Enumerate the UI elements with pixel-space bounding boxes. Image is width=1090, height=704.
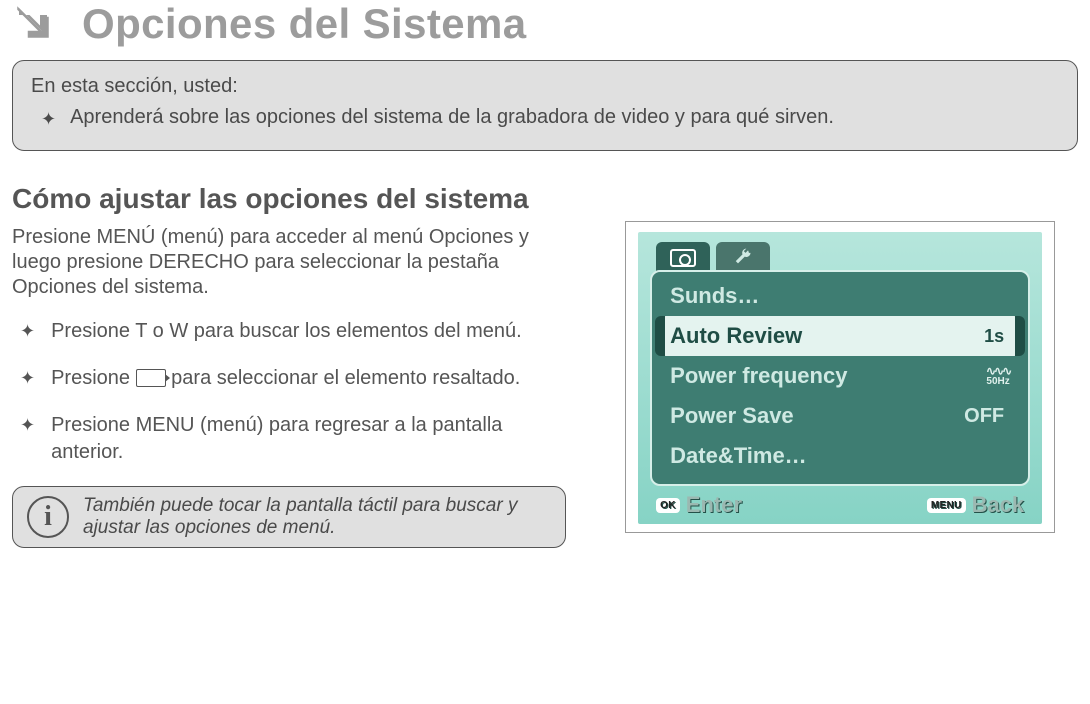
intro-lead: En esta sección, usted: <box>31 75 1059 98</box>
lcd-screen: Sunds… Auto Review 1s Power frequency ∿∿… <box>638 232 1042 524</box>
menu-value: 1s <box>978 324 1010 349</box>
intro-item-text: Aprenderá sobre las opciones del sistema… <box>70 106 834 129</box>
step-item: ✦ Presione MENU (menú) para regresar a l… <box>12 412 566 466</box>
menu-value: ∿∿∿ 50Hz <box>986 365 1010 387</box>
step-text: Presione T o W para buscar los elementos… <box>51 318 566 345</box>
step-item: ✦ Presione T o W para buscar los element… <box>12 318 566 345</box>
menu-value-text: 1s <box>984 326 1004 347</box>
menu-pill: MENU <box>927 498 966 513</box>
step-text: Presione para seleccionar el elemento re… <box>51 365 566 392</box>
main-content: Cómo ajustar las opciones del sistema Pr… <box>12 183 1078 548</box>
arrow-down-right-icon <box>12 1 54 48</box>
menu-footer: OK Enter MENU Back <box>650 486 1030 518</box>
menu-label: Auto Review <box>670 323 802 349</box>
step-text-b: para seleccionar el elemento resaltado. <box>171 367 520 389</box>
lead-paragraph: Presione MENÚ (menú) para acceder al men… <box>12 225 566 300</box>
step-text: Presione MENU (menú) para regresar a la … <box>51 412 566 466</box>
lcd-frame: Sunds… Auto Review 1s Power frequency ∿∿… <box>625 221 1055 533</box>
ok-pill: OK <box>656 498 680 513</box>
menu-row-power-save: Power Save OFF <box>660 396 1020 436</box>
tip-text: También puede tocar la pantalla táctil p… <box>83 495 551 539</box>
menu-row-power-freq: Power frequency ∿∿∿ 50Hz <box>660 356 1020 396</box>
menu-label: Date&Time… <box>670 443 807 469</box>
menu-row-date-time: Date&Time… <box>660 436 1020 476</box>
menu-value: OFF <box>964 405 1010 428</box>
star-bullet-icon: ✦ <box>41 106 56 132</box>
menu-label: Sunds… <box>670 283 759 309</box>
footer-back: MENU Back <box>927 492 1024 518</box>
menu-label: Power frequency <box>670 363 847 389</box>
step-item: ✦ Presione para seleccionar el elemento … <box>12 365 566 392</box>
star-bullet-icon: ✦ <box>20 318 35 344</box>
enter-label: Enter <box>686 492 742 518</box>
menu-label: Power Save <box>670 403 794 429</box>
back-label: Back <box>972 492 1025 518</box>
menu-row-sounds: Sunds… <box>660 276 1020 316</box>
page-title: Opciones del Sistema <box>82 0 527 48</box>
page-header: Opciones del Sistema <box>12 0 1078 48</box>
star-bullet-icon: ✦ <box>20 365 35 391</box>
menu-row-auto-review: Auto Review 1s <box>660 316 1020 356</box>
info-icon: i <box>27 496 69 538</box>
steps-list: ✦ Presione T o W para buscar los element… <box>12 318 566 466</box>
star-bullet-icon: ✦ <box>20 412 35 438</box>
lcd-tabs <box>650 240 1030 274</box>
record-button-icon <box>136 369 166 387</box>
tip-box: i También puede tocar la pantalla táctil… <box>12 486 566 548</box>
step-text-a: Presione <box>51 367 130 389</box>
intro-box: En esta sección, usted: ✦ Aprenderá sobr… <box>12 60 1078 151</box>
lcd-illustration: Sunds… Auto Review 1s Power frequency ∿∿… <box>602 183 1078 533</box>
footer-enter: OK Enter <box>656 492 742 518</box>
menu-panel: Sunds… Auto Review 1s Power frequency ∿∿… <box>650 270 1030 486</box>
left-column: Cómo ajustar las opciones del sistema Pr… <box>12 183 566 548</box>
section-heading: Cómo ajustar las opciones del sistema <box>12 183 566 215</box>
intro-item: ✦ Aprenderá sobre las opciones del siste… <box>31 106 1059 132</box>
menu-value-text: 50Hz <box>986 377 1009 387</box>
